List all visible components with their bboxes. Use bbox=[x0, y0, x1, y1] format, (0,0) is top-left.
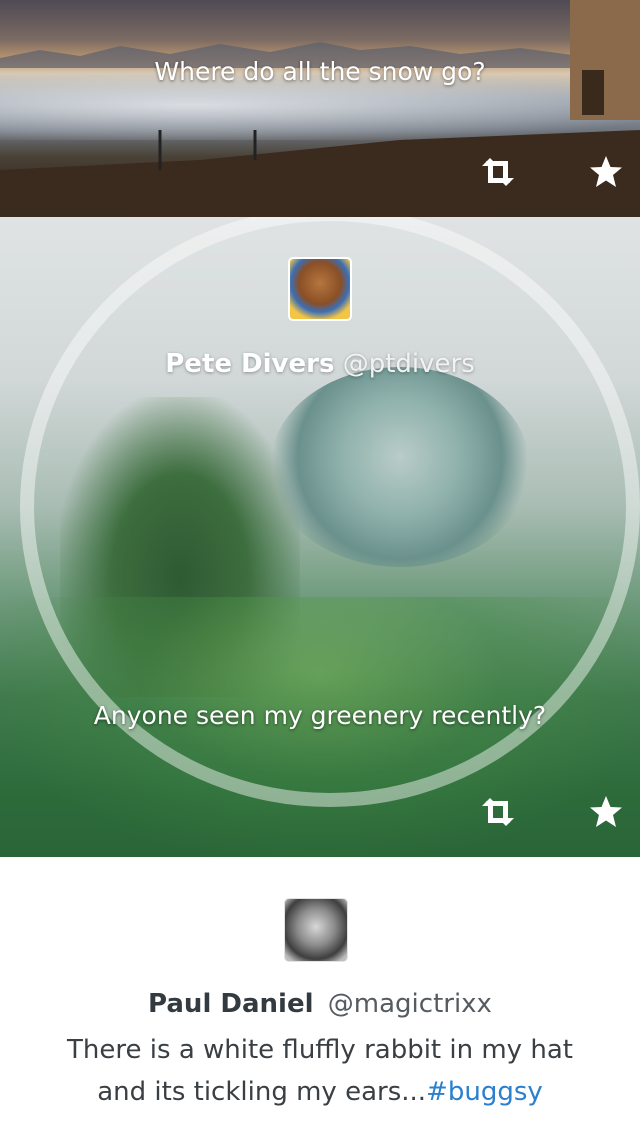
star-icon bbox=[590, 156, 622, 187]
ski-lift-hill bbox=[0, 130, 640, 217]
retweet-button[interactable] bbox=[476, 792, 520, 832]
favorite-button[interactable] bbox=[584, 792, 628, 832]
retweet-icon bbox=[482, 798, 514, 826]
tweet-text: Where do all the snow go? bbox=[154, 57, 486, 86]
author-name[interactable]: Pete Divers bbox=[165, 349, 334, 379]
tweet-card-photo-terrarium[interactable]: Pete Divers @ptdivers Anyone seen my gre… bbox=[0, 217, 640, 857]
author-handle[interactable]: @magictrixx bbox=[328, 989, 492, 1019]
author-line: Pete Divers @ptdivers bbox=[0, 349, 640, 379]
tweet-card-photo-snow[interactable]: Where do all the snow go? bbox=[0, 0, 640, 217]
author-line: Paul Daniel @magictrixx bbox=[0, 989, 640, 1019]
author-handle[interactable]: @ptdivers bbox=[343, 349, 475, 379]
author-name[interactable]: Paul Daniel bbox=[148, 989, 313, 1019]
hashtag-link[interactable]: #buggsy bbox=[426, 1077, 543, 1107]
retweet-button[interactable] bbox=[476, 152, 520, 192]
tweet-text: There is a white fluffly rabbit in my ha… bbox=[40, 1029, 600, 1113]
star-icon bbox=[590, 796, 622, 827]
retweet-icon bbox=[482, 158, 514, 186]
tweet-text: Anyone seen my greenery recently? bbox=[93, 701, 547, 730]
favorite-button[interactable] bbox=[584, 152, 628, 192]
tweet-feed: Where do all the snow go? Pete Divers @p… bbox=[0, 0, 640, 1136]
avatar[interactable] bbox=[284, 898, 348, 962]
avatar[interactable] bbox=[288, 257, 352, 321]
